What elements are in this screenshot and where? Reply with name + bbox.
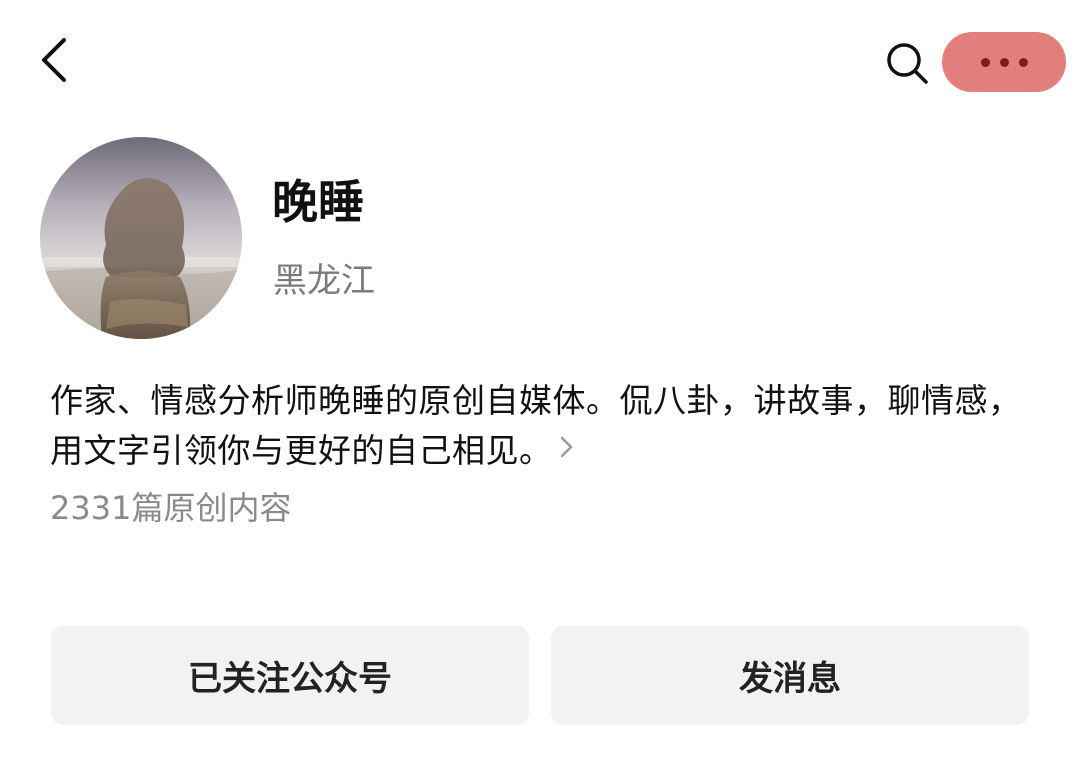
account-bio[interactable]: 作家、情感分析师晚睡的原创自媒体。侃八卦，讲故事，聊情感，用文字引领你与更好的自… <box>50 376 1040 476</box>
search-button[interactable] <box>880 36 934 90</box>
follow-button-label: 已关注公众号 <box>188 659 392 699</box>
chevron-right-icon <box>559 425 575 475</box>
account-name: 晚睡 <box>272 175 364 229</box>
more-dots-icon <box>1018 57 1028 67</box>
article-count: 2331篇原创内容 <box>50 489 292 527</box>
more-dots-icon <box>980 57 990 67</box>
more-dots-icon <box>999 57 1009 67</box>
bio-text: 作家、情感分析师晚睡的原创自媒体。侃八卦，讲故事，聊情感，用文字引领你与更好的自… <box>50 381 1022 470</box>
avatar[interactable] <box>40 137 242 339</box>
account-region: 黑龙江 <box>273 261 375 301</box>
search-icon <box>880 43 934 94</box>
chevron-left-icon <box>30 30 82 90</box>
message-button-label: 发消息 <box>739 659 841 699</box>
follow-button[interactable]: 已关注公众号 <box>51 626 529 725</box>
avatar-photo <box>40 137 242 339</box>
message-button[interactable]: 发消息 <box>551 626 1029 725</box>
more-button[interactable] <box>942 32 1066 92</box>
back-button[interactable] <box>30 30 82 90</box>
